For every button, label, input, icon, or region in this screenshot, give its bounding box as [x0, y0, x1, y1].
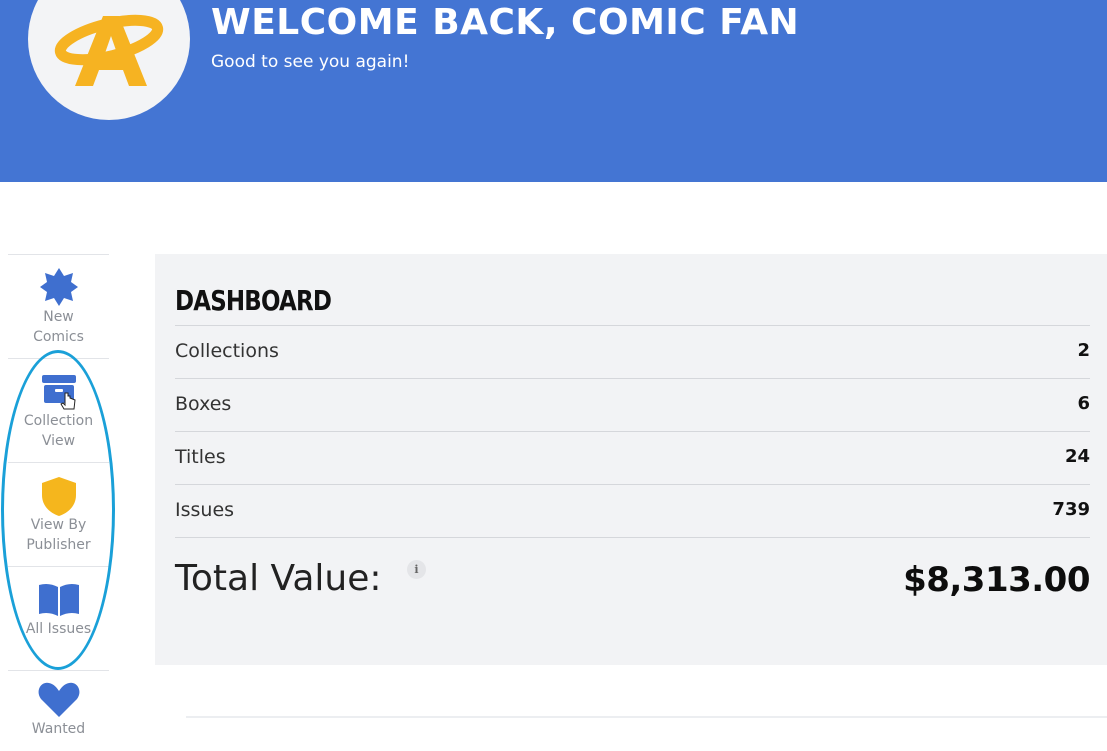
archive-box-icon: [41, 375, 76, 410]
sidebar-item-collection-view[interactable]: Collection View: [8, 358, 109, 462]
sidebar-item-label: Comics: [33, 329, 84, 345]
sidebar-item-label: All Issues: [25, 621, 92, 637]
sidebar-item-view-by-publisher[interactable]: View By Publisher: [8, 462, 109, 566]
heart-icon: [38, 682, 79, 717]
header-banner: WELCOME BACK, COMIC FAN Good to see you …: [0, 0, 1107, 182]
stat-row-boxes[interactable]: Boxes 6: [175, 379, 1090, 432]
sidebar-nav: New Comics Collection View View By Publi…: [8, 254, 109, 751]
stat-label: Boxes: [175, 393, 232, 415]
divider: [186, 716, 1107, 718]
badge-star-icon: [39, 268, 78, 306]
stat-row-titles[interactable]: Titles 24: [175, 432, 1090, 485]
sidebar-item-label: New: [43, 309, 74, 325]
total-value-amount: $8,313.00: [903, 560, 1090, 600]
info-icon[interactable]: i: [407, 560, 426, 579]
sidebar-item-label: Collection: [23, 413, 94, 429]
stat-row-issues[interactable]: Issues 739: [175, 485, 1090, 538]
total-value-label: Total Value:: [175, 558, 382, 599]
sidebar-item-new-comics[interactable]: New Comics: [8, 254, 109, 358]
stat-label: Collections: [175, 340, 279, 362]
sidebar-item-label: Publisher: [26, 537, 91, 553]
stat-value: 2: [1077, 340, 1090, 361]
sidebar-item-label: View By: [30, 517, 87, 533]
comic-logo-icon: [54, 14, 164, 86]
stat-row-collections[interactable]: Collections 2: [175, 326, 1090, 379]
sidebar-item-all-issues[interactable]: All Issues: [8, 566, 109, 670]
stat-label: Issues: [175, 499, 235, 521]
stat-value: 24: [1064, 446, 1090, 467]
stat-value: 739: [1052, 499, 1090, 520]
dashboard-title: DASHBOARD: [175, 284, 332, 317]
open-book-icon: [38, 583, 79, 616]
sidebar-item-label: View: [41, 433, 76, 449]
welcome-subtitle: Good to see you again!: [211, 52, 410, 72]
stat-value: 6: [1077, 393, 1090, 414]
dashboard-card: DASHBOARD Collections 2 Boxes 6 Titles 2…: [155, 254, 1107, 665]
logo[interactable]: [28, 0, 190, 120]
stat-label: Titles: [175, 446, 226, 468]
sidebar-item-label: Wanted: [31, 721, 86, 737]
welcome-title: WELCOME BACK, COMIC FAN: [211, 2, 800, 43]
sidebar-item-wanted[interactable]: Wanted: [8, 670, 109, 751]
shield-icon: [41, 477, 76, 516]
